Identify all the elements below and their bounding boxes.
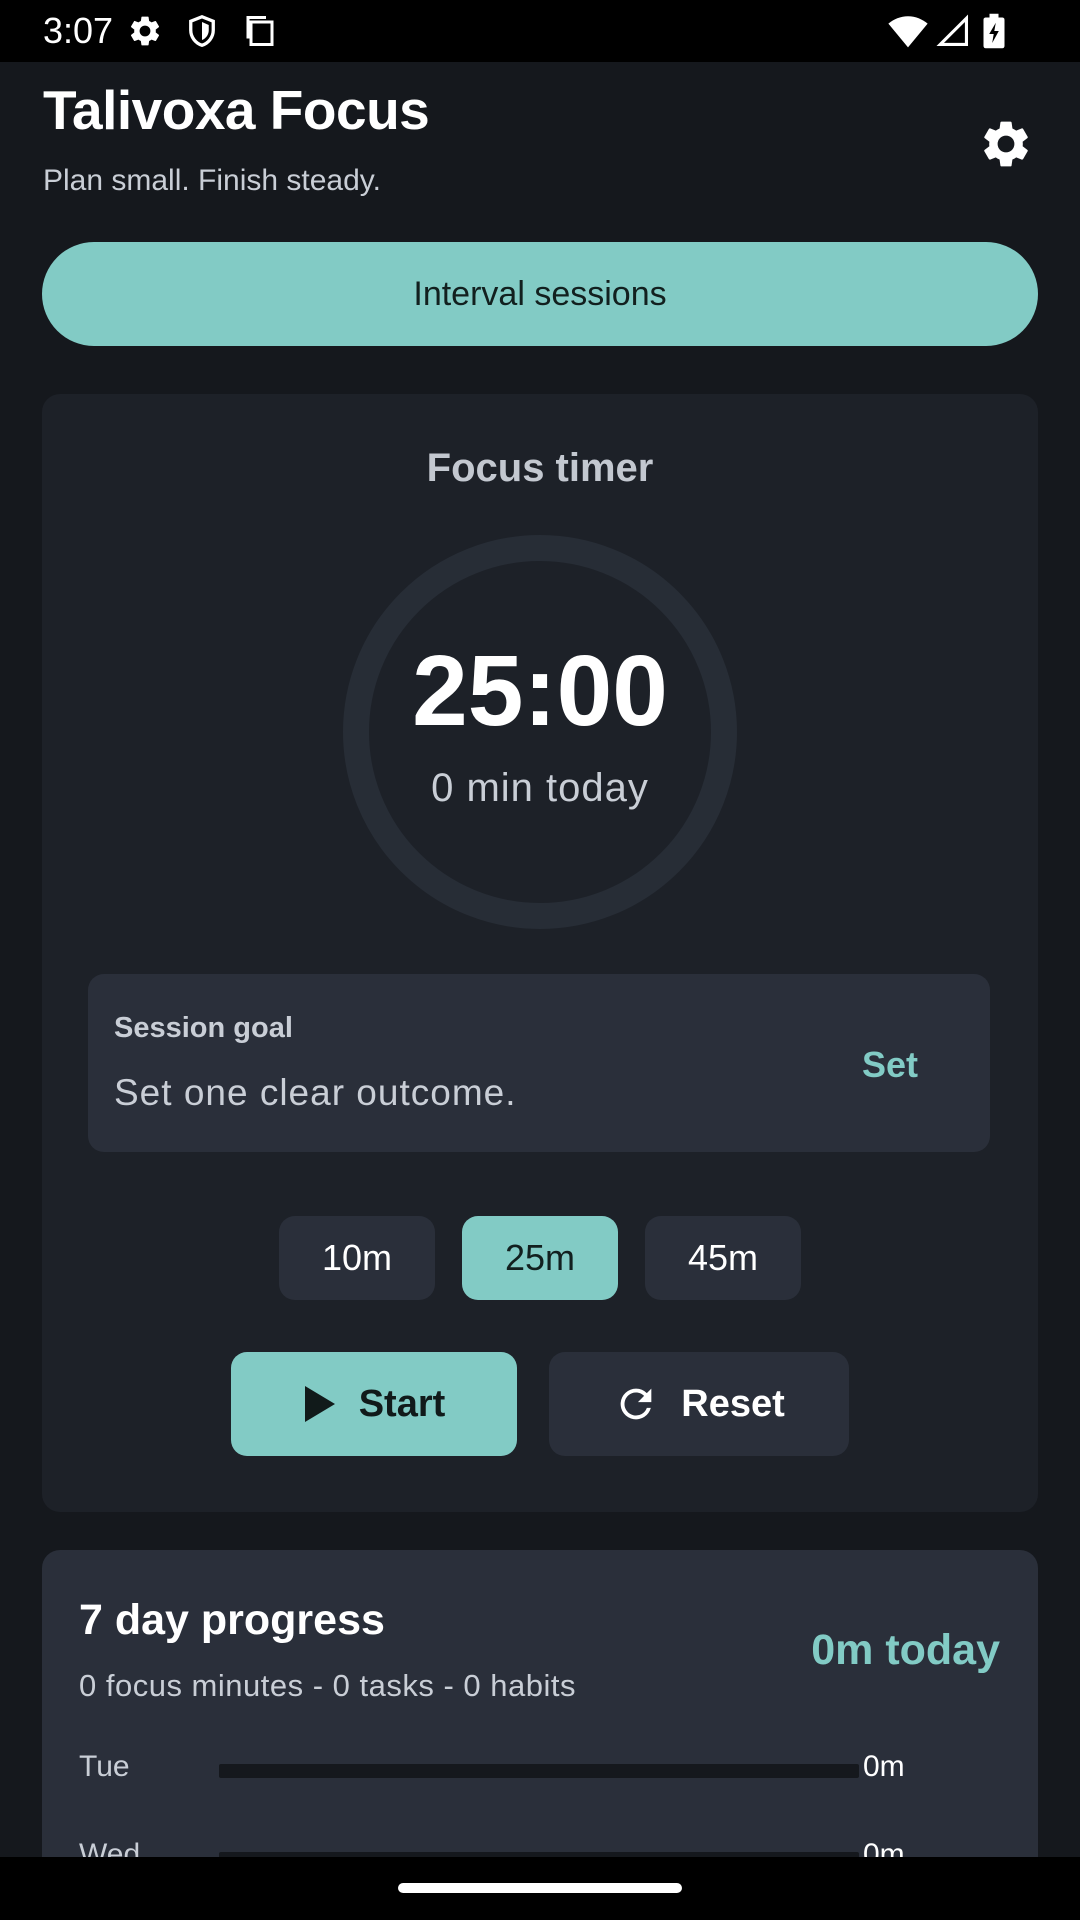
progress-title: 7 day progress [79,1596,385,1644]
duration-10m-chip[interactable]: 10m [279,1216,435,1300]
timer-display: 25:00 [412,635,668,747]
status-bar: 3:07 [0,0,1080,62]
start-button-label: Start [358,1382,446,1425]
day-progress-track [219,1764,859,1778]
timer-today-minutes: 0 min today [431,766,649,810]
day-row: Wed 0m [79,1838,979,1857]
signal-icon [936,13,972,49]
set-goal-button[interactable]: Set [862,1044,918,1086]
system-navigation-bar [0,1857,1080,1920]
gear-icon [978,116,1034,177]
day-value: 0m [863,1750,905,1783]
reset-button[interactable]: Reset [549,1352,849,1456]
day-label: Tue [79,1750,130,1783]
progress-today: 0m today [811,1626,1000,1674]
seven-day-progress-card: 7 day progress 0 focus minutes - 0 tasks… [42,1550,1038,1857]
clipboard-icon [242,13,278,49]
gear-icon [127,13,163,49]
progress-summary: 0 focus minutes - 0 tasks - 0 habits [79,1668,576,1703]
interval-sessions-label: Interval sessions [413,274,667,313]
session-goal-placeholder[interactable]: Set one clear outcome. [114,1072,517,1114]
duration-45m-chip[interactable]: 45m [645,1216,801,1300]
app-title: Talivoxa Focus [43,79,430,141]
refresh-icon [613,1381,659,1427]
app-subtitle: Plan small. Finish steady. [43,164,381,197]
app-screen: Talivoxa Focus Plan small. Finish steady… [0,62,1080,1857]
day-label: Wed [79,1838,141,1857]
battery-charging-icon [980,13,1016,49]
focus-timer-title: Focus timer [426,446,654,490]
duration-25m-chip[interactable]: 25m [462,1216,618,1300]
focus-timer-card: Focus timer 25:00 0 min today Session go… [42,394,1038,1512]
play-icon [303,1384,337,1424]
status-time: 3:07 [43,10,114,51]
day-row: Tue 0m [79,1750,979,1790]
start-button[interactable]: Start [231,1352,517,1456]
shield-icon [184,13,220,49]
settings-button[interactable] [976,116,1036,176]
timer-ring: 25:00 0 min today [342,534,738,930]
home-gesture-handle[interactable] [398,1883,682,1893]
interval-sessions-button[interactable]: Interval sessions [42,242,1038,346]
session-goal-field[interactable]: Session goal Set one clear outcome. Set [88,974,990,1152]
day-value: 0m [863,1838,905,1857]
session-goal-label: Session goal [114,1012,293,1044]
wifi-icon [888,13,928,49]
reset-button-label: Reset [681,1382,785,1425]
